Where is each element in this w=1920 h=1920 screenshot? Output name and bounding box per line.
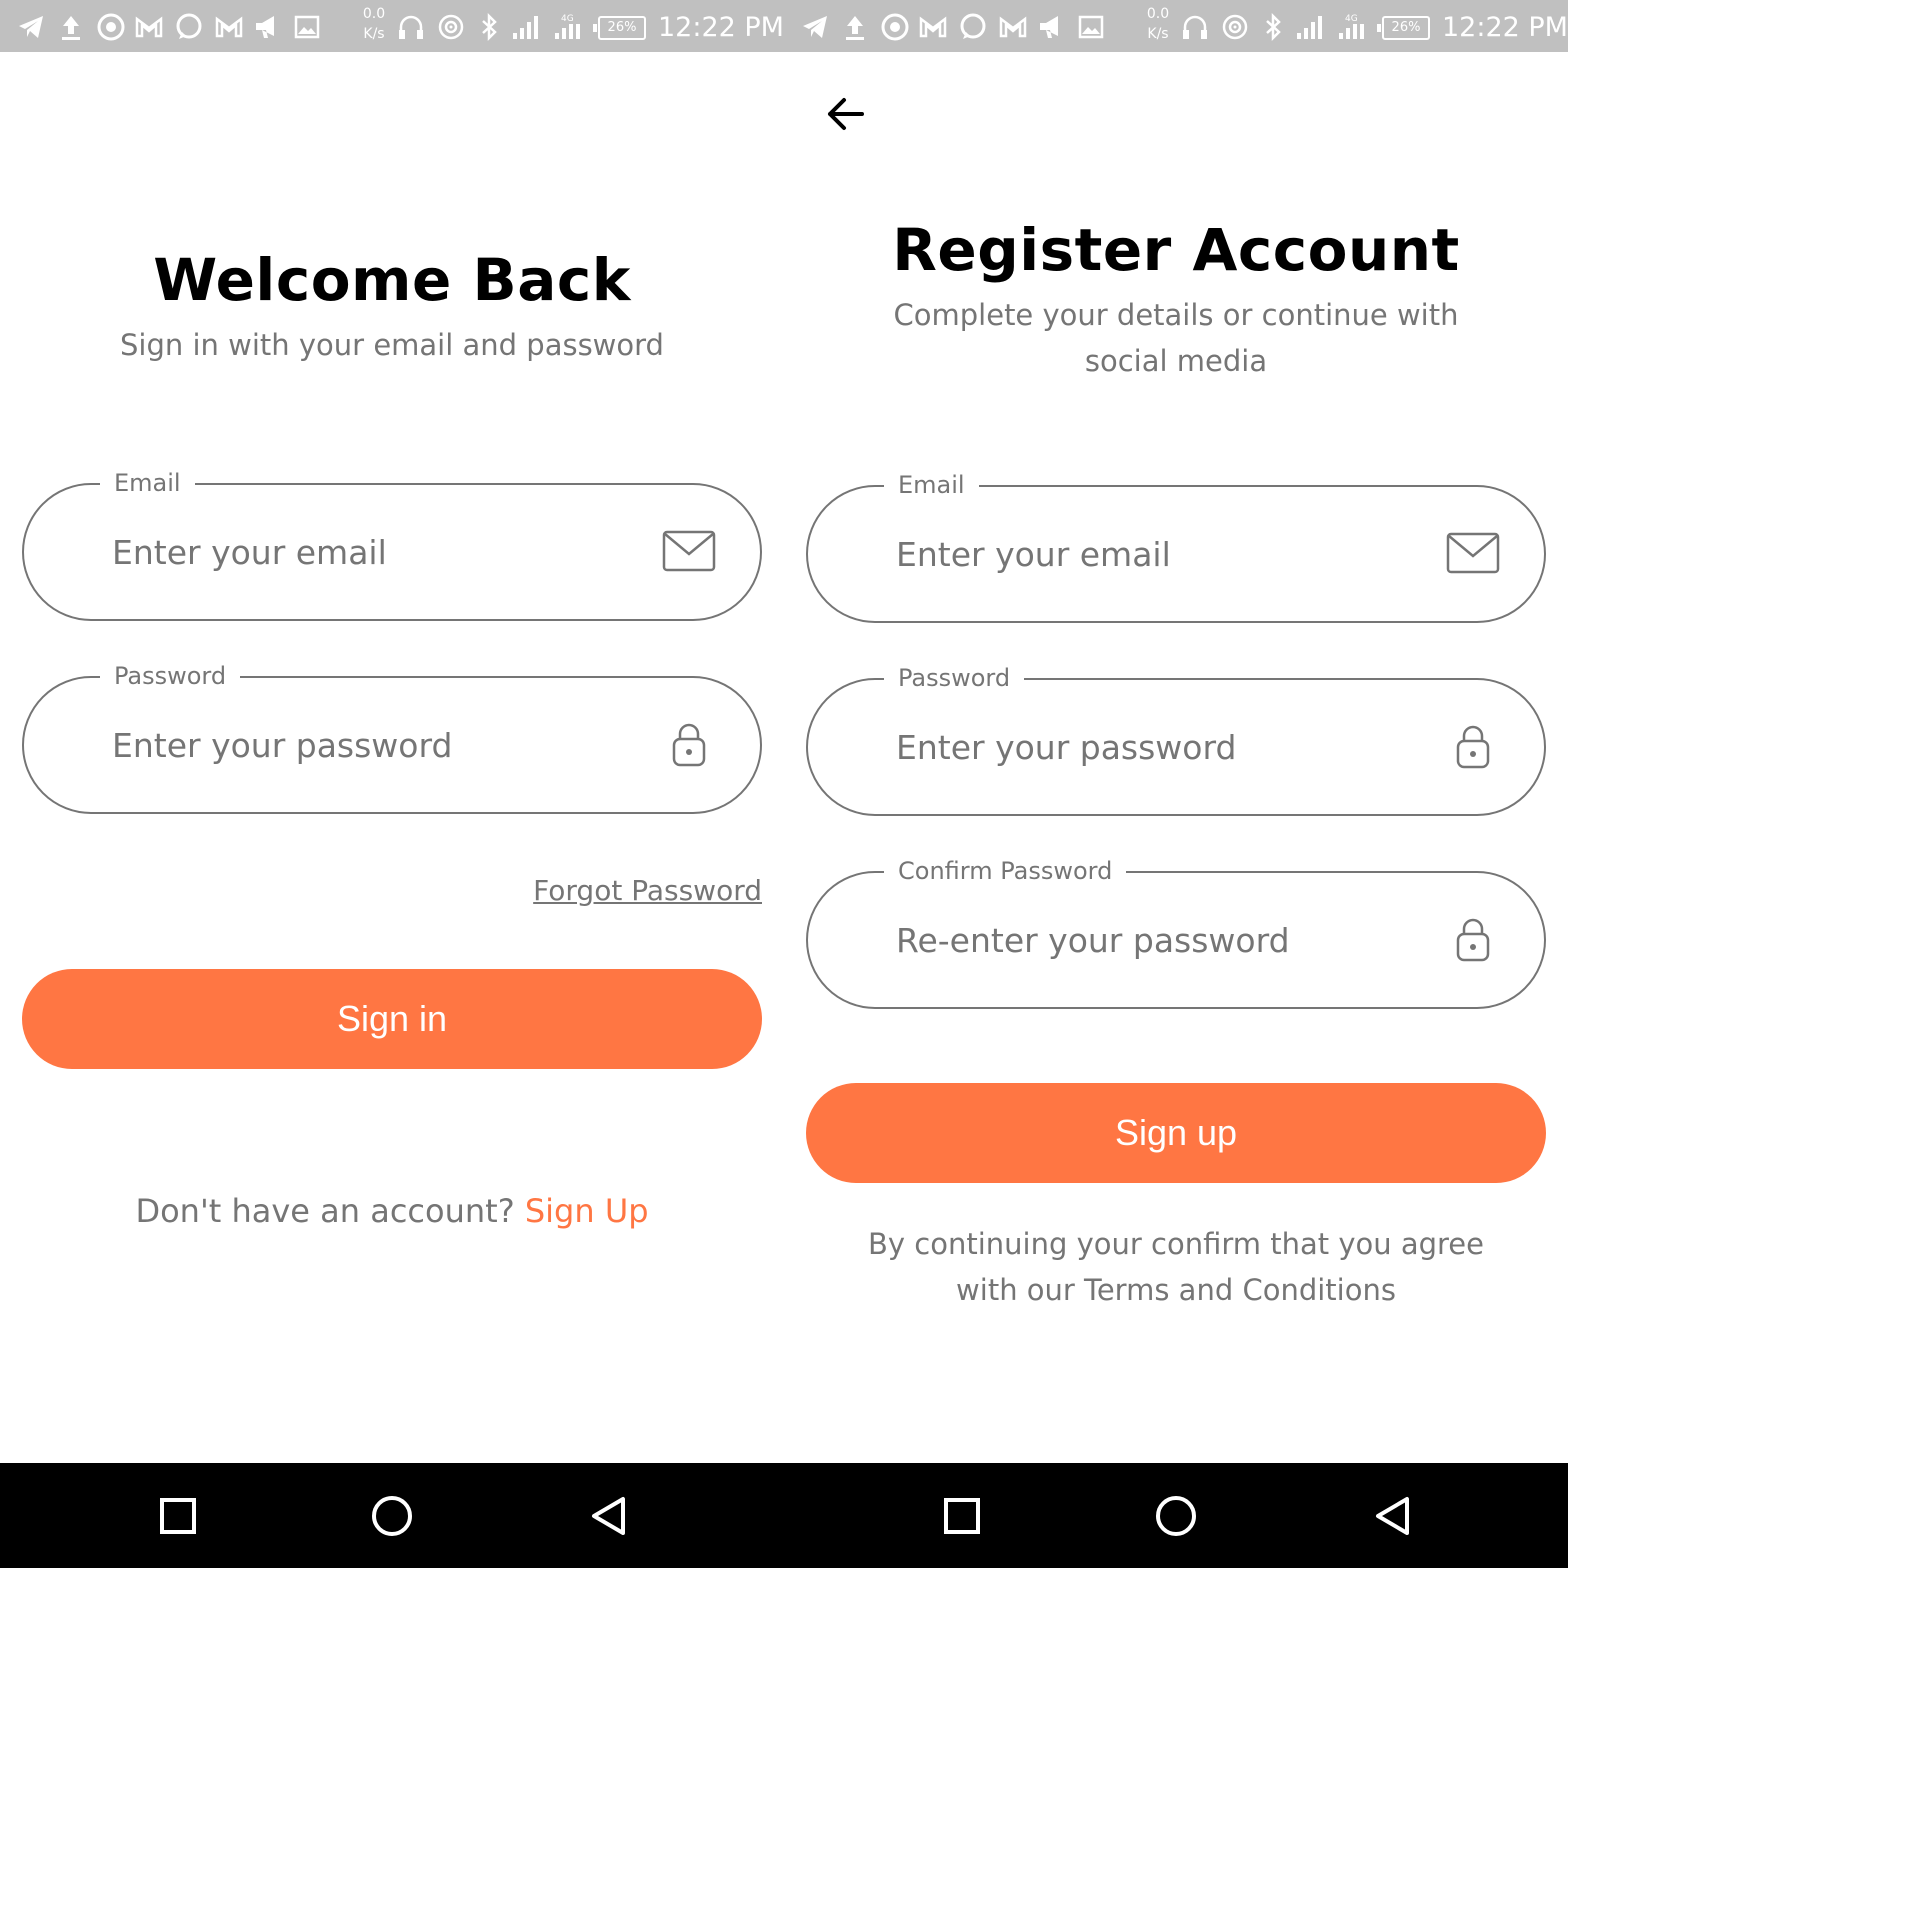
sign-up-button[interactable]: Sign up xyxy=(806,1083,1546,1183)
image-icon xyxy=(1076,12,1106,42)
password-label: Password xyxy=(100,660,241,692)
back-triangle-icon[interactable] xyxy=(1370,1493,1416,1539)
terms-text: By continuing your confirm that you agre… xyxy=(868,1227,1484,1307)
whatsapp-icon xyxy=(958,12,988,42)
mail-icon xyxy=(1446,531,1500,577)
email-field[interactable]: Email xyxy=(22,467,762,621)
home-circle-icon[interactable] xyxy=(1153,1493,1199,1539)
back-triangle-icon[interactable] xyxy=(586,1493,632,1539)
upload-icon xyxy=(840,12,870,42)
page-title: Welcome Back xyxy=(153,246,631,314)
email-input[interactable] xyxy=(112,527,632,577)
headphones-icon xyxy=(1180,12,1210,42)
forgot-password-link[interactable]: Forgot Password xyxy=(533,874,762,907)
email-label: Email xyxy=(100,467,195,499)
megaphone-icon xyxy=(1036,12,1066,42)
bluetooth-icon xyxy=(1258,12,1288,42)
recents-square-icon[interactable] xyxy=(155,1493,201,1539)
mail-icon xyxy=(662,529,716,575)
password-input[interactable] xyxy=(112,720,632,770)
image-icon xyxy=(292,12,322,42)
whatsapp-icon xyxy=(174,12,204,42)
signup-prompt: Don't have an account? Sign Up xyxy=(0,1192,784,1230)
upload-icon xyxy=(56,12,86,42)
hotspot-icon xyxy=(436,12,466,42)
telegram-icon xyxy=(16,12,46,42)
hotspot-icon xyxy=(1220,12,1250,42)
clock: 12:22 PM xyxy=(1442,12,1568,43)
sign-in-button[interactable]: Sign in xyxy=(22,969,762,1069)
gmail-icon xyxy=(214,12,244,42)
bluetooth-icon xyxy=(474,12,504,42)
gmail-icon xyxy=(134,12,164,42)
password-label: Password xyxy=(884,662,1025,694)
navigation-bar xyxy=(784,1463,1568,1568)
password-field[interactable]: Password xyxy=(22,660,762,814)
gmail-icon xyxy=(918,12,948,42)
lock-icon xyxy=(1446,917,1500,963)
no-account-text: Don't have an account? xyxy=(135,1192,515,1230)
megaphone-icon xyxy=(252,12,282,42)
page-subtitle: Complete your details or continue with s… xyxy=(893,298,1459,378)
confirm-password-input[interactable] xyxy=(896,915,1416,965)
gmail-icon xyxy=(998,12,1028,42)
recents-square-icon[interactable] xyxy=(939,1493,985,1539)
clock: 12:22 PM xyxy=(658,12,784,43)
chrome-icon xyxy=(96,12,126,42)
home-circle-icon[interactable] xyxy=(369,1493,415,1539)
back-arrow-icon[interactable] xyxy=(822,90,870,138)
password-field[interactable]: Password xyxy=(806,662,1546,816)
network-speed: 0.0 K/s xyxy=(1146,6,1170,42)
confirm-password-field[interactable]: Confirm Password xyxy=(806,855,1546,1009)
register-screen: 0.0 K/s 4G 26% 12:22 PM Register Account … xyxy=(784,0,1568,1568)
password-input[interactable] xyxy=(896,722,1416,772)
status-bar: 0.0 K/s 4G 26% 12:22 PM xyxy=(0,0,784,52)
sign-up-link[interactable]: Sign Up xyxy=(525,1192,649,1230)
lock-icon xyxy=(662,722,716,768)
email-field[interactable]: Email xyxy=(806,469,1546,623)
signal-icon xyxy=(510,12,540,42)
signal-4g-icon: 4G xyxy=(1336,12,1366,42)
chrome-icon xyxy=(880,12,910,42)
email-input[interactable] xyxy=(896,529,1416,579)
svg-text:4G: 4G xyxy=(1345,14,1358,24)
signal-4g-icon: 4G xyxy=(552,12,582,42)
telegram-icon xyxy=(800,12,830,42)
page-title: Register Account xyxy=(892,216,1460,284)
confirm-password-label: Confirm Password xyxy=(884,855,1127,887)
network-speed: 0.0 K/s xyxy=(362,6,386,42)
battery-indicator: 26% xyxy=(1377,16,1430,40)
headphones-icon xyxy=(396,12,426,42)
email-label: Email xyxy=(884,469,979,501)
navigation-bar xyxy=(0,1463,784,1568)
lock-icon xyxy=(1446,724,1500,770)
battery-indicator: 26% xyxy=(593,16,646,40)
sign-in-screen: 0.0 K/s 4G 26% 12:22 PM Welcome Back Sign… xyxy=(0,0,784,1568)
signal-icon xyxy=(1294,12,1324,42)
status-bar: 0.0 K/s 4G 26% 12:22 PM xyxy=(784,0,1568,52)
svg-text:4G: 4G xyxy=(561,14,574,24)
page-subtitle: Sign in with your email and password xyxy=(120,328,664,362)
